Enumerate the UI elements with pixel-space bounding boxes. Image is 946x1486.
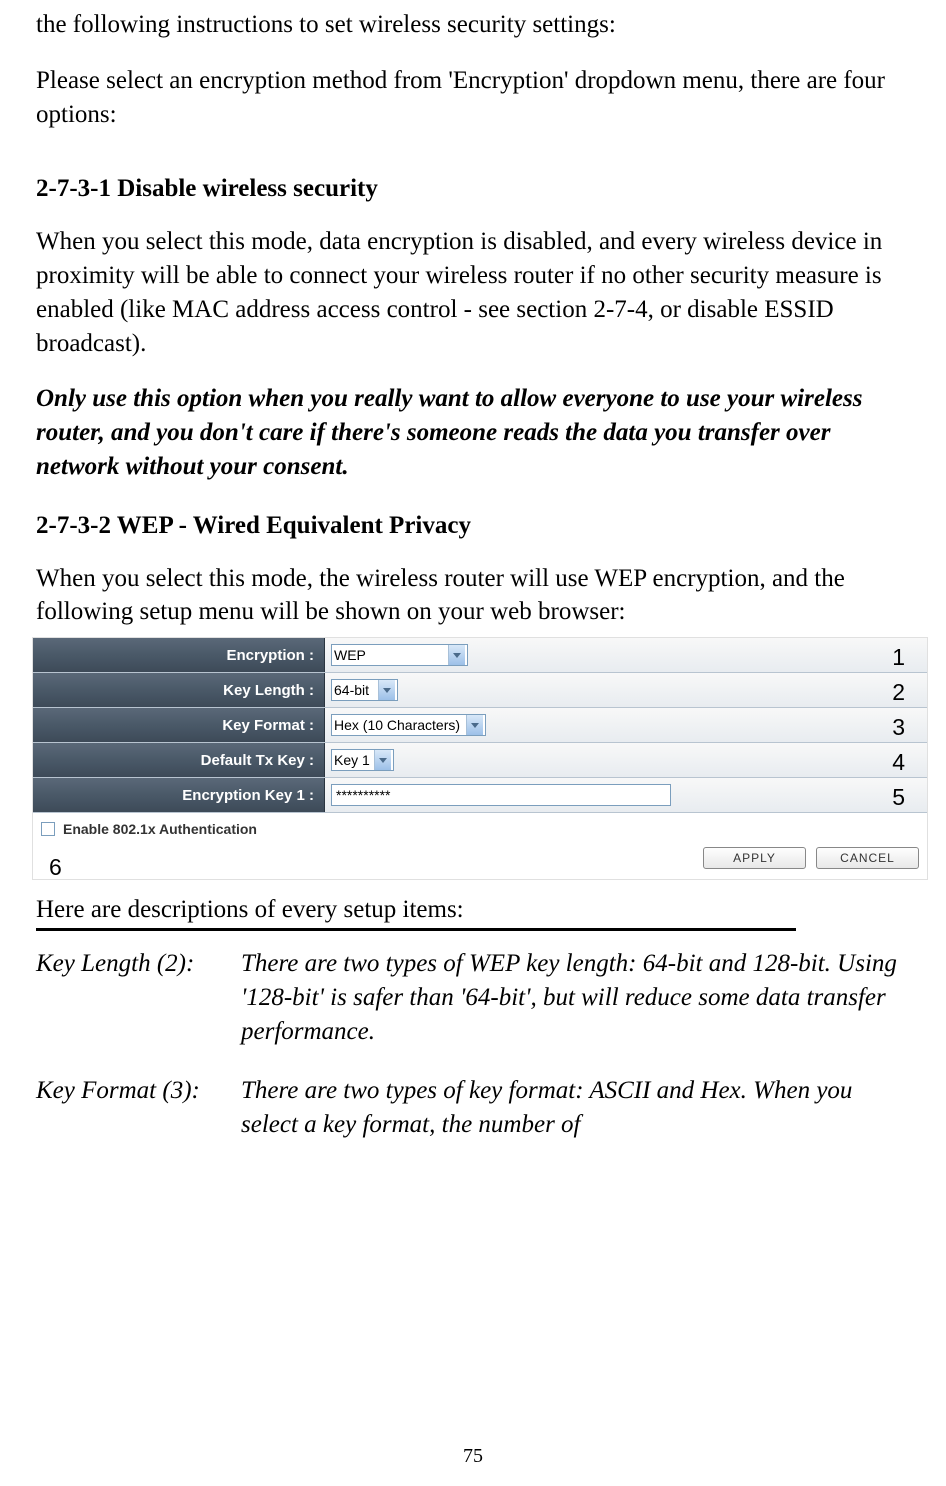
cell-encryption: WEP (325, 638, 927, 672)
section-heading-disable: 2-7-3-1 Disable wireless security (36, 175, 910, 203)
descriptions-intro: Here are descriptions of every setup ite… (36, 896, 910, 924)
dropdown-key-length[interactable]: 64-bit (331, 679, 398, 701)
label-enable-8021x: Enable 802.1x Authentication (63, 821, 257, 837)
section-warning-disable: Only use this option when you really wan… (36, 382, 910, 483)
callout-2: 2 (892, 679, 905, 706)
description-key-length: Key Length (2): There are two types of W… (36, 947, 910, 1048)
chevron-down-icon (466, 715, 483, 735)
label-default-tx-key: Default Tx Key : (33, 743, 325, 777)
input-encryption-key-1[interactable] (331, 784, 671, 806)
chevron-down-icon (448, 645, 465, 665)
section-heading-wep: 2-7-3-2 WEP - Wired Equivalent Privacy (36, 512, 910, 540)
label-encryption-key-1: Encryption Key 1 : (33, 778, 325, 812)
dropdown-default-tx-key-value: Key 1 (334, 752, 370, 768)
callout-6: 6 (49, 854, 62, 881)
form-button-row: APPLY CANCEL (33, 841, 927, 879)
callout-4: 4 (892, 749, 905, 776)
wep-form-screenshot: Encryption : WEP Key Length : 64-bit Key… (32, 637, 928, 880)
descriptions-rule (36, 928, 796, 931)
description-key-format-def: There are two types of key format: ASCII… (241, 1074, 910, 1142)
row-default-tx-key: Default Tx Key : Key 1 (33, 743, 927, 778)
checkbox-enable-8021x[interactable] (41, 822, 55, 836)
chevron-down-icon (378, 680, 395, 700)
cell-encryption-key-1 (325, 778, 927, 812)
dropdown-key-format-value: Hex (10 Characters) (334, 717, 462, 733)
section-para-wep: When you select this mode, the wireless … (36, 562, 910, 630)
description-key-format: Key Format (3): There are two types of k… (36, 1074, 910, 1142)
dropdown-key-length-value: 64-bit (334, 682, 374, 698)
callout-3: 3 (892, 714, 905, 741)
intro-line-1: the following instructions to set wirele… (36, 8, 910, 42)
label-key-length: Key Length : (33, 673, 325, 707)
dropdown-default-tx-key[interactable]: Key 1 (331, 749, 394, 771)
cancel-button[interactable]: CANCEL (816, 847, 919, 869)
row-key-length: Key Length : 64-bit (33, 673, 927, 708)
dropdown-encryption-value: WEP (334, 647, 444, 663)
callout-5: 5 (892, 784, 905, 811)
callout-1: 1 (892, 644, 905, 671)
section-para-disable: When you select this mode, data encrypti… (36, 225, 910, 360)
cell-default-tx-key: Key 1 (325, 743, 927, 777)
row-encryption: Encryption : WEP (33, 638, 927, 673)
label-encryption: Encryption : (33, 638, 325, 672)
cell-key-length: 64-bit (325, 673, 927, 707)
intro-line-2: Please select an encryption method from … (36, 64, 910, 132)
cell-key-format: Hex (10 Characters) (325, 708, 927, 742)
apply-button[interactable]: APPLY (703, 847, 806, 869)
description-key-format-term: Key Format (3): (36, 1074, 241, 1142)
row-enable-8021x: Enable 802.1x Authentication (33, 813, 927, 841)
row-encryption-key-1: Encryption Key 1 : (33, 778, 927, 813)
row-key-format: Key Format : Hex (10 Characters) (33, 708, 927, 743)
description-key-length-def: There are two types of WEP key length: 6… (241, 947, 910, 1048)
description-key-length-term: Key Length (2): (36, 947, 241, 1048)
dropdown-key-format[interactable]: Hex (10 Characters) (331, 714, 486, 736)
page-number: 75 (0, 1445, 946, 1468)
label-key-format: Key Format : (33, 708, 325, 742)
chevron-down-icon (374, 750, 391, 770)
dropdown-encryption[interactable]: WEP (331, 644, 468, 666)
